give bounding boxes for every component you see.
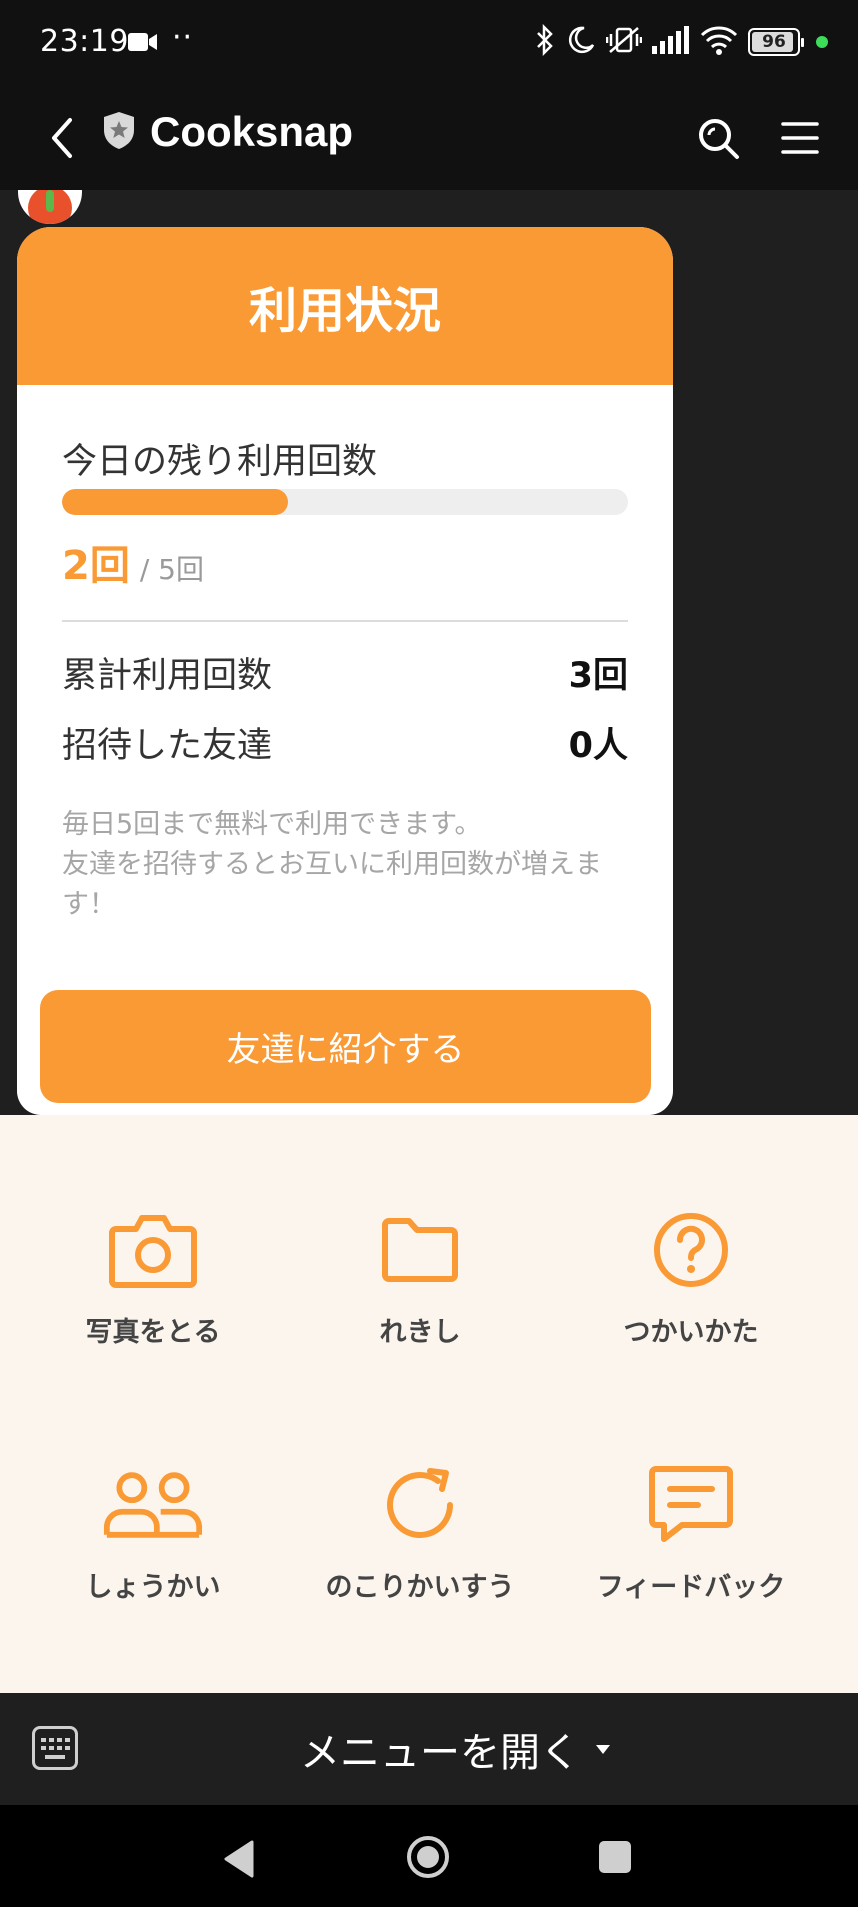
usage-note: 毎日5回まで無料で利用できます。 友達を招待するとお互いに利用回数が増えま す！: [62, 809, 602, 920]
stat-value: 3回: [568, 656, 628, 696]
bluetooth-icon: [534, 23, 556, 60]
triangle-back-icon: [224, 1840, 254, 1878]
refresh-icon: [370, 1455, 470, 1555]
menu-label: のこりかいすう: [325, 1572, 515, 1603]
search-icon: [699, 119, 739, 159]
wifi-icon: [700, 25, 738, 59]
menu-button[interactable]: [770, 106, 830, 170]
help-icon: [641, 1200, 741, 1300]
page-title: Cooksnap: [150, 108, 354, 155]
remaining-label: 今日の残り利用回数: [62, 442, 378, 482]
nav-recents-button[interactable]: [599, 1841, 631, 1873]
menu-label: れきし: [379, 1317, 461, 1348]
stat-row-invited-friends: 招待した友達 0人: [62, 717, 628, 768]
menu-label: つかいかた: [623, 1317, 759, 1348]
back-button[interactable]: [38, 106, 86, 170]
chat-area[interactable]: 利用状況 今日の残り利用回数 2回 / 5回 累計利用回数 3回 招待した友達 …: [0, 190, 858, 1115]
vibrate-off-icon: [605, 25, 643, 59]
stat-label: 累計利用回数: [62, 656, 273, 696]
chevron-left-icon: [52, 118, 72, 158]
menu-label: しょうかい: [85, 1572, 221, 1603]
menu-label: 写真をとる: [85, 1317, 221, 1348]
keyboard-icon[interactable]: [32, 1726, 78, 1770]
stat-value: 0人: [568, 726, 628, 766]
stat-row-total-usage: 累計利用回数 3回: [62, 647, 628, 698]
avatar[interactable]: [18, 190, 82, 224]
stat-label: 招待した友達: [62, 726, 273, 766]
remaining-count: 2回 / 5回: [62, 533, 204, 591]
menu-remaining-count[interactable]: のこりかいすう: [285, 1455, 555, 1604]
signal-icon: [652, 26, 690, 58]
open-menu-toggle[interactable]: メニューを開く: [300, 1721, 610, 1777]
menu-how-to-use[interactable]: つかいかた: [556, 1200, 826, 1349]
app-header: Cooksnap: [0, 86, 858, 190]
divider: [62, 620, 628, 622]
video-icon: [128, 32, 158, 56]
camera-icon: [103, 1200, 203, 1300]
menu-label: フィードバック: [596, 1572, 786, 1603]
status-dots: ··: [172, 20, 194, 55]
chat-bubble-icon: [641, 1455, 741, 1555]
usage-card: 利用状況 今日の残り利用回数 2回 / 5回 累計利用回数 3回 招待した友達 …: [17, 227, 673, 1115]
people-icon: [103, 1455, 203, 1555]
home-circle-icon: [407, 1836, 449, 1878]
usage-progress-fill: [62, 489, 289, 515]
battery-level: 96: [762, 32, 786, 52]
menu-take-photo[interactable]: 写真をとる: [18, 1200, 288, 1349]
avatar-leaf: [46, 190, 54, 212]
remaining-count-total: / 5回: [139, 553, 204, 586]
menu-introduce[interactable]: しょうかい: [18, 1455, 288, 1604]
usage-progress-bar: [62, 489, 628, 515]
remaining-count-current: 2回: [62, 543, 130, 589]
bottom-bar: メニューを開く: [0, 1693, 858, 1805]
status-time: 23:19: [40, 24, 129, 59]
battery-icon: 96: [748, 28, 804, 56]
system-navigation-bar: [0, 1805, 858, 1907]
open-menu-label: メニューを開く: [300, 1730, 580, 1776]
menu-feedback[interactable]: フィードバック: [556, 1455, 826, 1604]
rich-menu: 写真をとる れきし つかいかた しょうかい のこりかいすう フィードバック: [0, 1115, 858, 1693]
privacy-indicator-dot: [816, 36, 828, 48]
nav-back-button[interactable]: [222, 1839, 256, 1883]
usage-card-header: 利用状況: [17, 227, 673, 385]
moon-icon: [566, 25, 596, 59]
status-bar: 23:19 ·· 96: [0, 0, 858, 86]
menu-history[interactable]: れきし: [285, 1200, 555, 1349]
invite-friend-button[interactable]: 友達に紹介する: [40, 990, 651, 1103]
folder-icon: [370, 1200, 470, 1300]
hamburger-icon: [781, 122, 819, 154]
usage-card-title: 利用状況: [248, 283, 441, 339]
shield-star-icon: [102, 110, 136, 154]
nav-home-button[interactable]: [406, 1835, 450, 1883]
search-button[interactable]: [688, 106, 748, 170]
caret-down-icon: [596, 1744, 610, 1754]
